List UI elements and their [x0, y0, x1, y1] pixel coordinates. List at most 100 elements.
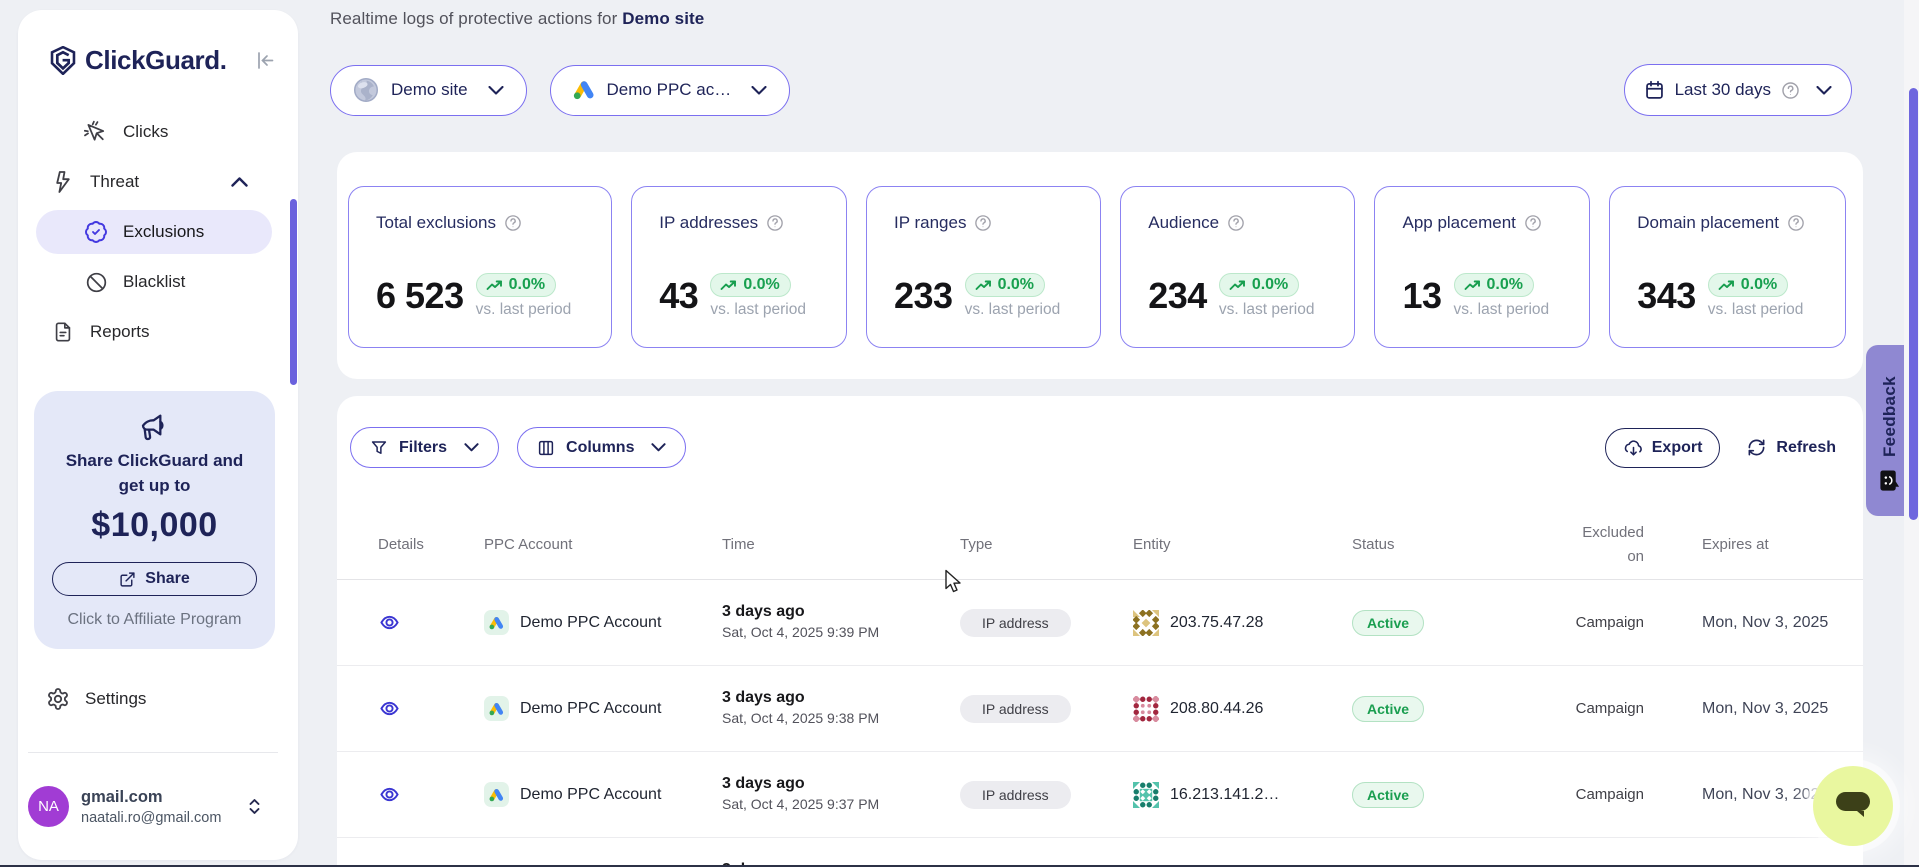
- help-circle-icon: [1227, 214, 1245, 232]
- refresh-label: Refresh: [1776, 439, 1836, 457]
- site-selector-dropdown[interactable]: Demo site: [330, 65, 527, 116]
- refresh-button[interactable]: Refresh: [1747, 438, 1836, 457]
- stat-delta-column: 0.0%vs. last period: [1219, 273, 1315, 319]
- promo-caption: Click to Affiliate Program: [34, 611, 275, 629]
- view-details-eye-icon[interactable]: [380, 787, 404, 802]
- refresh-icon: [1747, 438, 1766, 457]
- sidebar-item-label: Exclusions: [123, 222, 204, 242]
- type-badge: IP address: [960, 781, 1071, 809]
- sidebar-divider: [28, 752, 278, 753]
- time-absolute: Sat, Oct 4, 2025 9:39 PM: [722, 624, 960, 642]
- chevron-down-icon: [1816, 86, 1832, 95]
- type-badge: IP address: [960, 609, 1071, 637]
- type-cell: IP address: [960, 781, 1133, 809]
- page-scrollbar-track[interactable]: [1904, 0, 1919, 867]
- logs-panel: Filters Columns: [337, 396, 1863, 867]
- stat-delta-value: 0.0%: [743, 276, 779, 294]
- sidebar-item-exclusions[interactable]: Exclusions: [36, 210, 272, 254]
- stat-card-title: Domain placement: [1637, 213, 1825, 233]
- export-button[interactable]: Export: [1605, 428, 1721, 468]
- entity-cell: 208.80.44.26: [1133, 696, 1352, 722]
- affiliate-promo-card[interactable]: Share ClickGuard andget up to $10,000 Sh…: [34, 391, 275, 649]
- site-selector-value: Demo site: [391, 80, 468, 100]
- status-badge: Active: [1352, 696, 1424, 722]
- expires-at-cell: Mon, Nov 3, 2025: [1644, 700, 1850, 718]
- table-row: Demo PPC Account 3 days ago Sat, Oct 4, 20…: [337, 666, 1863, 751]
- column-header: Excluded on: [1568, 521, 1644, 569]
- time-relative: 3 days ago: [722, 603, 960, 621]
- stat-value: 6 523: [376, 275, 464, 317]
- excluded-on-cell: Campaign: [1560, 614, 1644, 631]
- page-subtitle: Realtime logs of protective actions for …: [330, 0, 1870, 29]
- column-header: Entity: [1133, 536, 1352, 553]
- sidebar-item-blacklist[interactable]: Blacklist: [36, 260, 272, 304]
- view-details-eye-icon[interactable]: [380, 701, 404, 716]
- chevrons-up-down-icon[interactable]: [247, 798, 262, 815]
- trending-up-icon: [1229, 280, 1246, 291]
- promo-amount: $10,000: [34, 506, 275, 545]
- userback-smiley-icon: [1878, 469, 1901, 492]
- stat-delta-value: 0.0%: [1252, 276, 1288, 294]
- time-absolute: Sat, Oct 4, 2025 9:37 PM: [722, 796, 960, 814]
- table-header-row: DetailsPPC AccountTimeTypeEntityStatusEx…: [337, 510, 1863, 579]
- page-scrollbar-thumb[interactable]: [1909, 88, 1918, 520]
- help-circle-icon: [1781, 81, 1800, 100]
- date-range-dropdown[interactable]: Last 30 days: [1624, 64, 1852, 116]
- help-circle-icon: [766, 214, 784, 232]
- stat-delta-value: 0.0%: [1487, 276, 1523, 294]
- ppc-account-name: Demo PPC Account: [520, 786, 661, 804]
- sidebar-item-label: Clicks: [123, 122, 168, 142]
- time-cell: 3 days ago Sat, Oct 4, 2025 9:38 PM: [722, 689, 960, 728]
- entity-value: 203.75.47.28: [1170, 614, 1263, 632]
- status-badge: Active: [1352, 610, 1424, 636]
- columns-dropdown[interactable]: Columns: [517, 427, 686, 468]
- help-circle-icon: [504, 214, 522, 232]
- stat-title-text: IP addresses: [659, 213, 758, 233]
- stat-delta-column: 0.0%vs. last period: [1454, 273, 1550, 319]
- sidebar-item-threat[interactable]: Threat: [36, 160, 272, 204]
- trending-up-icon: [1464, 280, 1481, 291]
- table-row: Demo PPC Account 3 days ago Sat, Oct 4, 20…: [337, 752, 1863, 837]
- chat-launcher-button[interactable]: [1813, 766, 1893, 846]
- clickguard-logo-icon: [50, 46, 76, 75]
- user-account-row[interactable]: NA gmail.com naatali.ro@gmail.com: [28, 786, 262, 827]
- account-selector-dropdown[interactable]: Demo PPC ac…: [550, 65, 791, 116]
- columns-icon: [537, 439, 555, 457]
- chevron-up-icon[interactable]: [231, 177, 248, 187]
- time-relative: 3 days ago: [722, 689, 960, 707]
- time-relative: 3 days ago: [722, 775, 960, 793]
- sidebar-collapse-icon[interactable]: [255, 50, 276, 71]
- entity-value: 208.80.44.26: [1170, 700, 1263, 718]
- time-absolute: Sat, Oct 4, 2025 9:38 PM: [722, 710, 960, 728]
- filters-dropdown[interactable]: Filters: [350, 427, 499, 468]
- brand-wordmark: ClickGuard.: [85, 45, 227, 76]
- user-name: gmail.com: [81, 788, 221, 807]
- stat-card: App placement130.0%vs. last period: [1374, 186, 1590, 348]
- date-range-value: Last 30 days: [1675, 80, 1771, 100]
- stat-value-row: 6 523 0.0%vs. last period: [376, 273, 591, 319]
- subtitle-prefix: Realtime logs of protective actions for: [330, 9, 622, 28]
- zap-icon: [51, 170, 75, 194]
- sidebar-item-label: Threat: [90, 172, 139, 192]
- sidebar-item-clicks[interactable]: Clicks: [36, 110, 272, 154]
- megaphone-icon: [34, 411, 275, 443]
- stat-caption: vs. last period: [476, 301, 572, 319]
- stat-delta-badge: 0.0%: [1708, 273, 1788, 297]
- sidebar-item-settings[interactable]: Settings: [46, 677, 146, 721]
- status-badge: Active: [1352, 782, 1424, 808]
- sidebar-scrollbar-thumb[interactable]: [290, 199, 297, 385]
- entity-identicon: [1133, 782, 1159, 808]
- calendar-icon: [1644, 79, 1665, 101]
- entity-cell: 203.75.47.28: [1133, 610, 1352, 636]
- status-cell: Active: [1352, 782, 1560, 808]
- ppc-account-name: Demo PPC Account: [520, 700, 661, 718]
- stat-delta-column: 0.0%vs. last period: [476, 273, 572, 319]
- stat-card: IP addresses430.0%vs. last period: [631, 186, 847, 348]
- share-button[interactable]: Share: [52, 562, 257, 596]
- selector-row: Demo site Demo PPC ac…: [330, 64, 1870, 116]
- stat-card: Domain placement3430.0%vs. last period: [1609, 186, 1846, 348]
- sidebar-item-reports[interactable]: Reports: [36, 310, 272, 354]
- chevron-down-icon: [464, 443, 479, 452]
- logs-table: DetailsPPC AccountTimeTypeEntityStatusEx…: [337, 510, 1863, 867]
- view-details-eye-icon[interactable]: [380, 615, 404, 630]
